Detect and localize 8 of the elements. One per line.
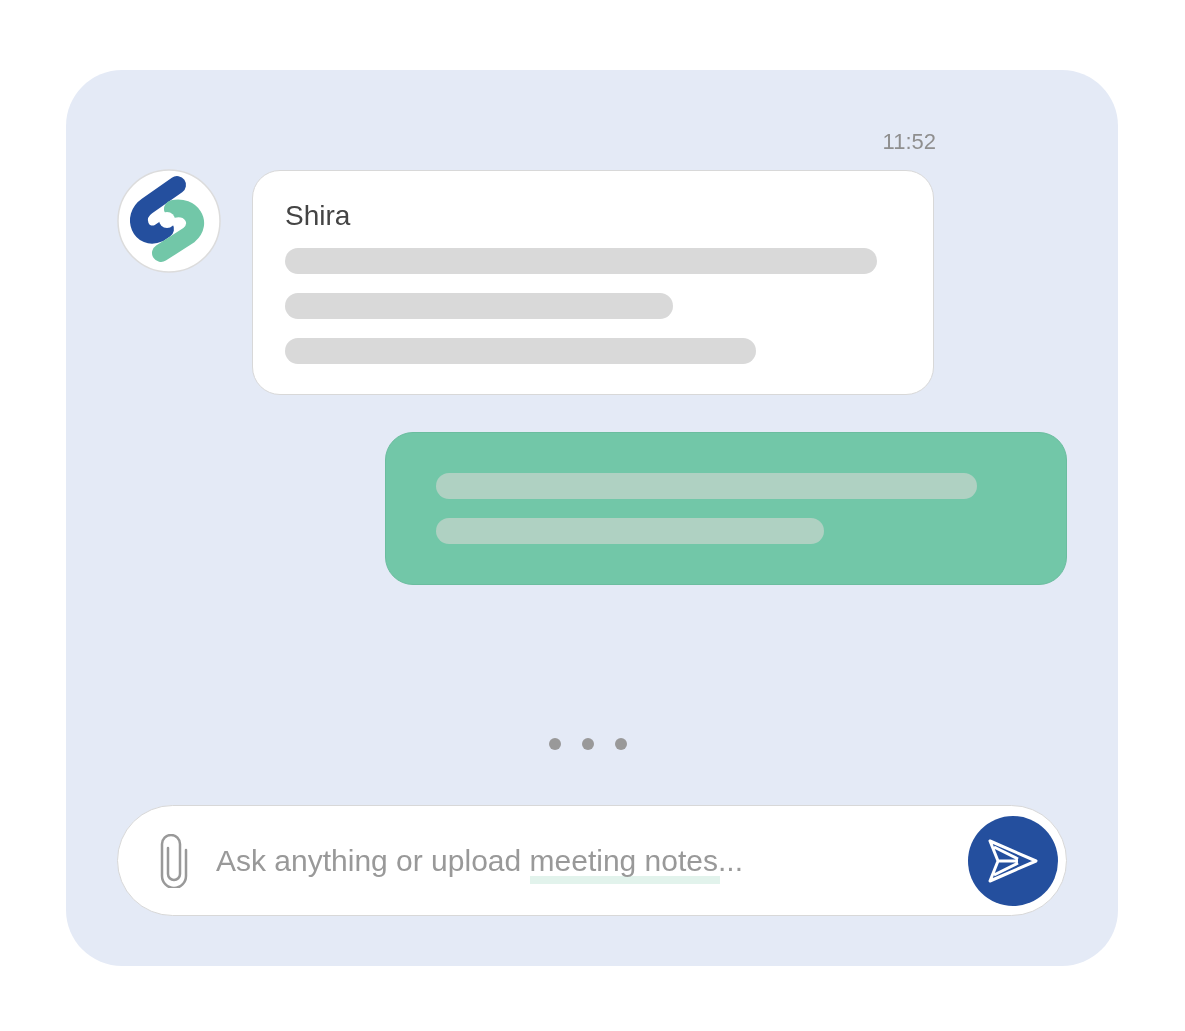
send-button[interactable] bbox=[968, 816, 1058, 906]
message-input[interactable]: Ask anything or upload meeting notes... bbox=[216, 836, 936, 886]
sender-name: Shira bbox=[285, 200, 351, 232]
paperclip-icon[interactable] bbox=[160, 834, 188, 888]
logo-avatar-icon bbox=[117, 169, 221, 273]
composer-bar[interactable]: Ask anything or upload meeting notes... bbox=[117, 805, 1067, 916]
message-time: 11:52 bbox=[882, 129, 936, 154]
send-icon bbox=[988, 839, 1038, 883]
